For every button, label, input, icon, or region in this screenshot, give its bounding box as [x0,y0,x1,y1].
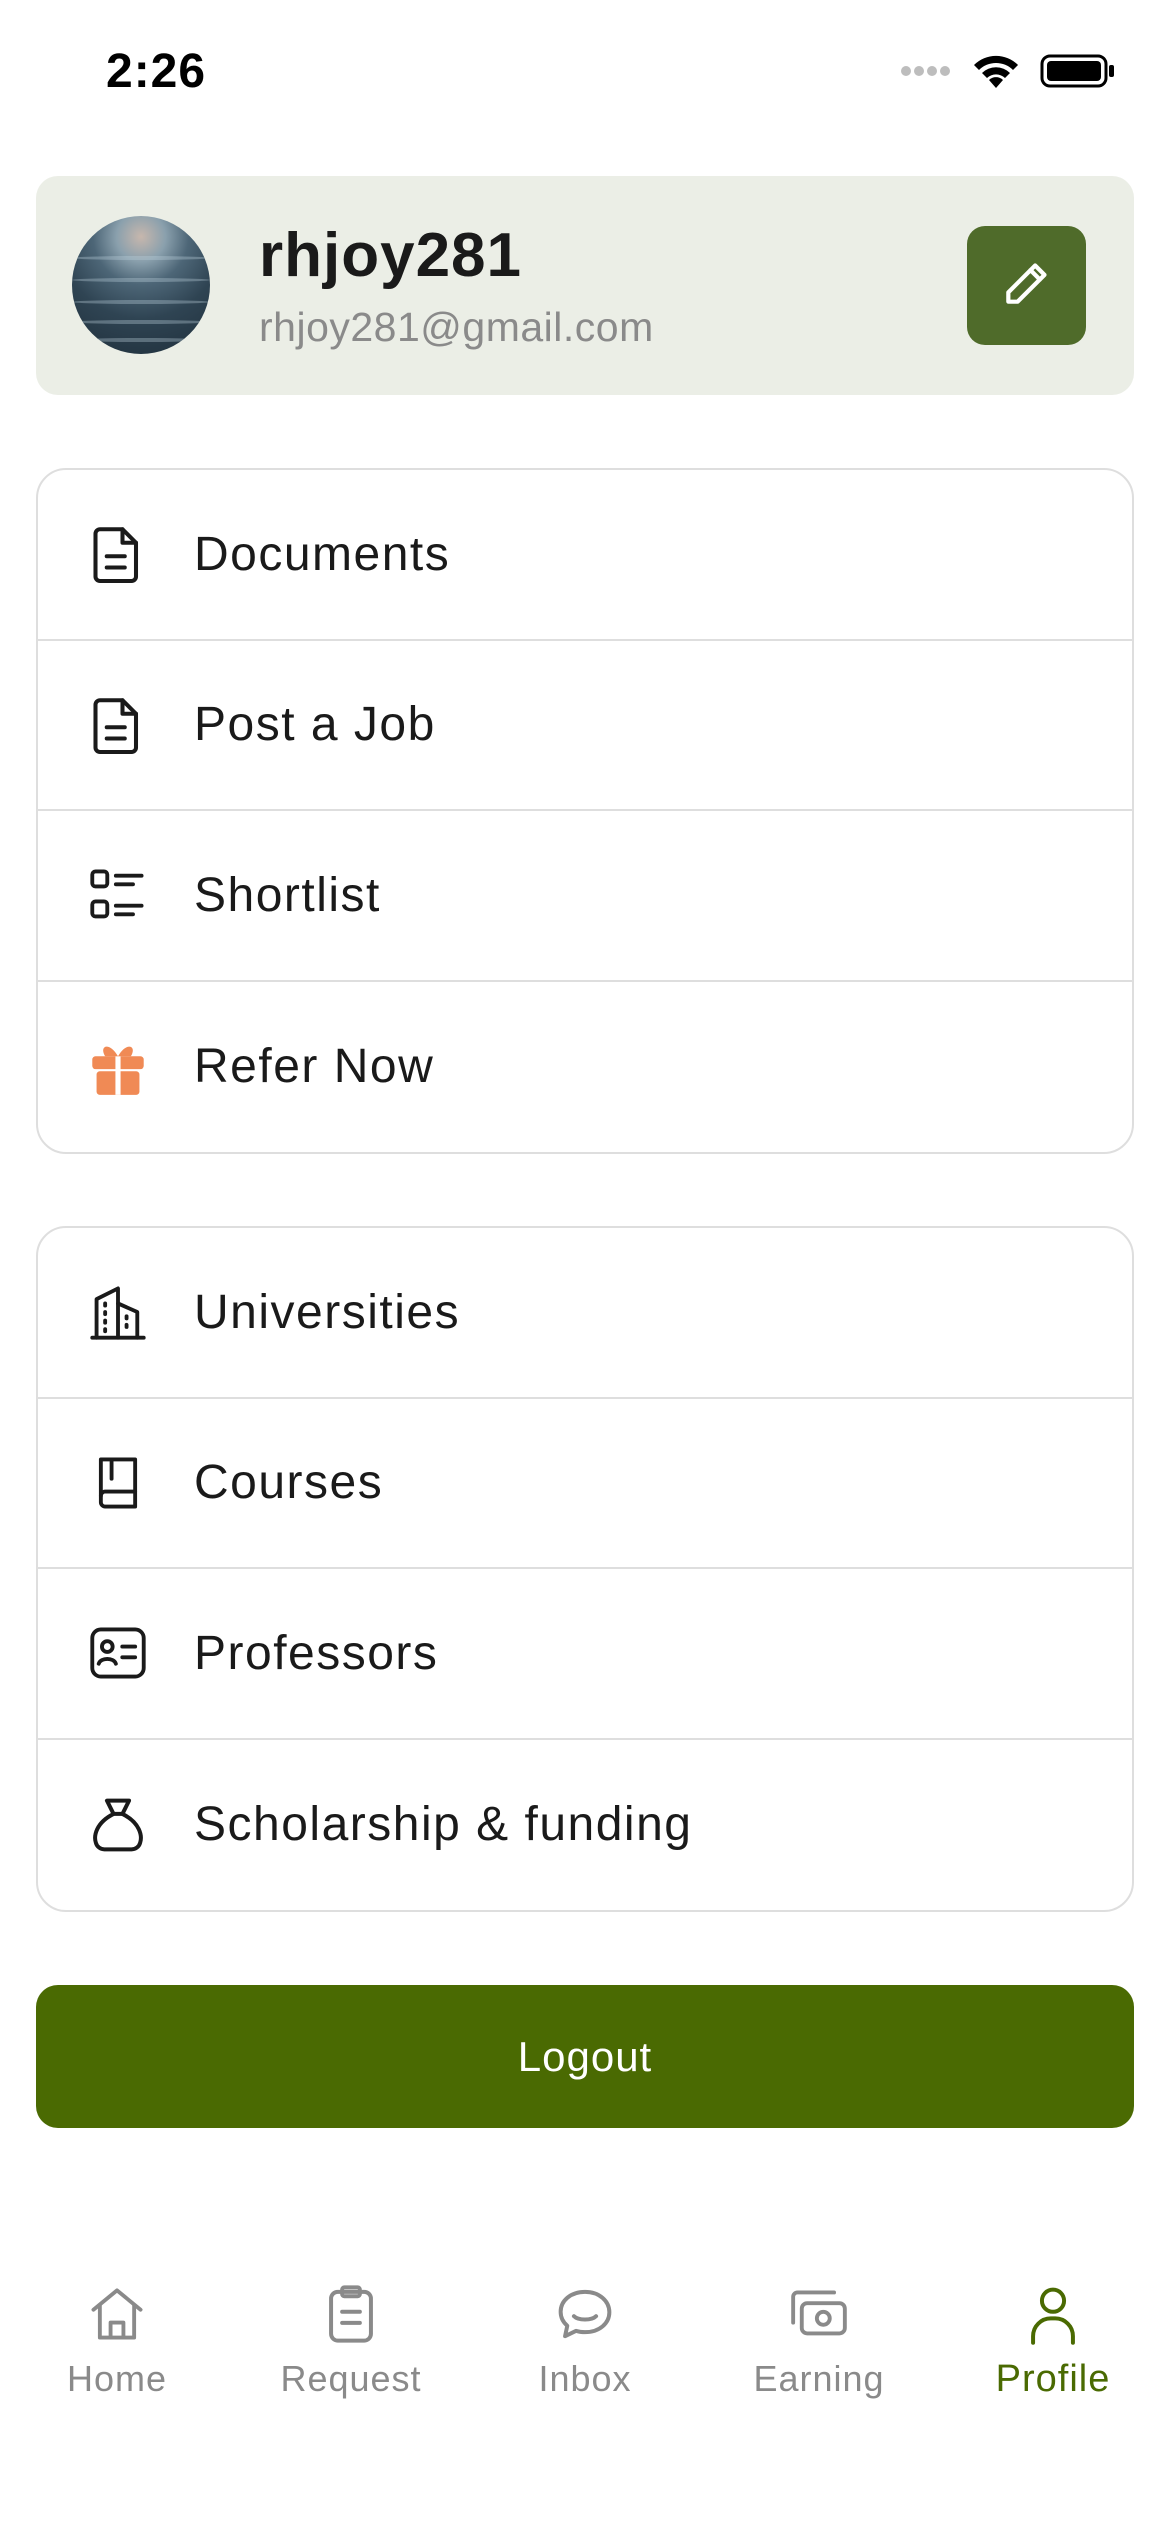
menu-item-label: Documents [194,527,451,581]
id-card-icon [88,1621,148,1685]
nav-request[interactable]: Request [234,2282,468,2400]
bottom-nav: Home Request Inbox Earning Profile [0,2250,1170,2532]
nav-label: Profile [995,2358,1111,2400]
menu-item-courses[interactable]: Courses [38,1399,1132,1569]
battery-icon [1040,53,1116,94]
nav-profile[interactable]: Profile [936,2282,1170,2401]
avatar[interactable] [72,216,210,354]
menu-group-education: Universities Courses Professors Scholars… [36,1226,1134,1912]
edit-profile-button[interactable] [967,226,1086,345]
building-icon [88,1280,148,1344]
menu-item-label: Refer Now [194,1040,435,1094]
user-icon [1021,2282,1085,2346]
list-icon [88,863,148,927]
menu-item-label: Post a Job [194,698,436,752]
menu-item-label: Professors [194,1626,439,1680]
nav-earning[interactable]: Earning [702,2282,936,2400]
nav-home[interactable]: Home [0,2282,234,2400]
status-time: 2:26 [106,45,207,98]
status-icons [900,52,1116,95]
gift-icon [88,1035,148,1099]
pencil-icon [999,255,1055,316]
menu-item-universities[interactable]: Universities [38,1228,1132,1399]
menu-item-label: Courses [194,1456,384,1510]
menu-item-label: Shortlist [194,868,381,922]
menu-group-account: Documents Post a Job Shortlist Refer Now [36,468,1134,1154]
nav-label: Earning [753,2358,885,2399]
cash-icon [787,2282,851,2346]
menu-item-refer-now[interactable]: Refer Now [38,982,1132,1153]
menu-item-shortlist[interactable]: Shortlist [38,811,1132,982]
document-icon [88,522,148,586]
money-bag-icon [88,1793,148,1857]
menu-item-scholarship-funding[interactable]: Scholarship & funding [38,1740,1132,1911]
logout-button[interactable]: Logout [36,1985,1134,2128]
nav-label: Home [66,2358,168,2399]
document-icon [88,693,148,757]
menu-item-post-a-job[interactable]: Post a Job [38,641,1132,811]
profile-username: rhjoy281 [259,221,523,290]
nav-inbox[interactable]: Inbox [468,2282,702,2400]
menu-item-documents[interactable]: Documents [38,470,1132,641]
menu-item-professors[interactable]: Professors [38,1569,1132,1740]
wifi-icon [970,52,1022,95]
home-icon [85,2282,149,2346]
menu-item-label: Scholarship & funding [194,1798,693,1852]
chat-icon [553,2282,617,2346]
profile-email: rhjoy281@gmail.com [259,304,654,350]
clipboard-icon [319,2282,383,2346]
nav-label: Inbox [538,2358,632,2399]
logout-label: Logout [517,2032,653,2080]
profile-card: rhjoy281 rhjoy281@gmail.com [36,176,1134,395]
nav-label: Request [280,2358,422,2399]
menu-item-label: Universities [194,1285,461,1339]
status-bar: 2:26 [0,0,1170,150]
signal-icon [900,63,952,84]
book-icon [88,1451,148,1515]
